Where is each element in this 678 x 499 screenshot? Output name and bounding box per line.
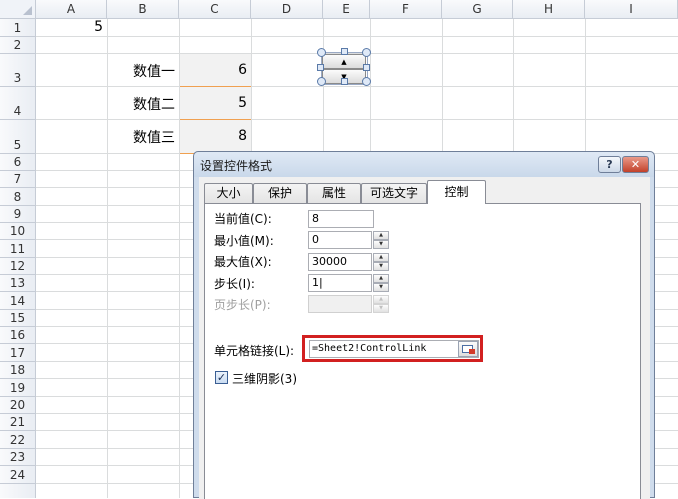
min-value-field[interactable]: 0 (308, 231, 372, 249)
cell-b3[interactable]: 数值一 (108, 61, 179, 81)
row-header-6[interactable]: 6 (0, 154, 36, 171)
range-picker-button[interactable] (458, 341, 478, 357)
row-header-18[interactable]: 18 (0, 362, 36, 379)
spin-down-icon: ▼ (373, 304, 389, 313)
row-header-12[interactable]: 12 (0, 258, 36, 275)
page-step-spinner: ▲ ▼ (373, 295, 389, 313)
3d-shading-checkbox[interactable]: ✓ (215, 371, 228, 384)
cell-a1[interactable]: 5 (36, 19, 107, 36)
control-tab-page: 当前值(C): 8 最小值(M): 0 ▲ ▼ 最大值(X): 30000 ▲ … (204, 203, 641, 499)
column-header-e[interactable]: E (323, 0, 370, 19)
page-step-label: 页步长(P): (214, 298, 271, 312)
row-header-3[interactable]: 3 (0, 54, 36, 87)
close-button[interactable]: ✕ (622, 156, 649, 173)
row-header-7[interactable]: 7 (0, 171, 36, 188)
max-value-label: 最大值(X): (214, 255, 272, 269)
max-value-spinner[interactable]: ▲ ▼ (373, 253, 389, 271)
cell-link-field[interactable]: =Sheet2!ControlLink (309, 340, 479, 358)
resize-handle[interactable] (362, 48, 371, 57)
row-header-14[interactable]: 14 (0, 292, 36, 310)
max-value-field[interactable]: 30000 (308, 253, 372, 271)
cell-c5[interactable]: 8 (180, 128, 251, 144)
row-header-13[interactable]: 13 (0, 275, 36, 292)
format-control-dialog: 设置控件格式 ? ✕ 大小 保护 属性 可选文字 控制 当前值(C): 8 最小… (193, 151, 655, 499)
cell-divider (180, 86, 251, 87)
spin-down-icon[interactable]: ▼ (373, 283, 389, 292)
row-header-20[interactable]: 20 (0, 397, 36, 414)
column-header-h[interactable]: H (513, 0, 585, 19)
column-header-i[interactable]: I (585, 0, 678, 19)
spin-up-icon[interactable]: ▲ (373, 231, 389, 240)
resize-handle[interactable] (363, 64, 370, 71)
dialog-body: 大小 保护 属性 可选文字 控制 当前值(C): 8 最小值(M): 0 ▲ ▼… (199, 177, 650, 499)
resize-handle[interactable] (317, 64, 324, 71)
tab-properties[interactable]: 属性 (307, 183, 361, 203)
current-value-field[interactable]: 8 (308, 210, 374, 228)
row-header-22[interactable]: 22 (0, 431, 36, 449)
dialog-titlebar[interactable]: 设置控件格式 ? ✕ (194, 152, 654, 177)
spin-down-icon[interactable]: ▼ (373, 262, 389, 271)
cell-b5[interactable]: 数值三 (108, 127, 179, 147)
resize-handle[interactable] (362, 77, 371, 86)
row-header-2[interactable]: 2 (0, 37, 36, 54)
row-header-5[interactable]: 5 (0, 120, 36, 154)
min-value-spinner[interactable]: ▲ ▼ (373, 231, 389, 249)
resize-handle[interactable] (317, 77, 326, 86)
cell-c3[interactable]: 6 (180, 62, 251, 78)
column-header-d[interactable]: D (251, 0, 323, 19)
gridline (107, 19, 108, 498)
spin-up-icon: ▲ (373, 295, 389, 304)
row-header-10[interactable]: 10 (0, 223, 36, 240)
row-header-1[interactable]: 1 (0, 19, 36, 37)
select-all-corner[interactable] (0, 0, 36, 19)
help-button[interactable]: ? (598, 156, 621, 173)
cell-b4[interactable]: 数值二 (108, 94, 179, 114)
row-header-19[interactable]: 19 (0, 379, 36, 397)
step-spinner[interactable]: ▲ ▼ (373, 274, 389, 292)
page-step-field (308, 295, 372, 313)
spin-up-icon[interactable]: ▲ (373, 274, 389, 283)
row-header-9[interactable]: 9 (0, 206, 36, 223)
cell-c4[interactable]: 5 (180, 95, 251, 111)
row-header-24[interactable]: 24 (0, 466, 36, 484)
gridline (36, 86, 678, 87)
step-field[interactable]: 1| (308, 274, 372, 292)
spin-down-icon[interactable]: ▼ (373, 240, 389, 249)
step-label: 步长(I): (214, 277, 255, 291)
row-header-8[interactable]: 8 (0, 188, 36, 206)
column-header-a[interactable]: A (36, 0, 107, 19)
spin-up-icon[interactable]: ▲ (373, 253, 389, 262)
column-header-b[interactable]: B (107, 0, 179, 19)
range-picker-arrow (469, 349, 475, 354)
gridline (36, 119, 678, 120)
row-header-4[interactable]: 4 (0, 87, 36, 120)
cell-link-label: 单元格链接(L): (214, 344, 295, 358)
resize-handle[interactable] (341, 78, 348, 85)
cell-divider (180, 119, 251, 120)
tab-size[interactable]: 大小 (204, 183, 253, 203)
column-header-f[interactable]: F (370, 0, 442, 19)
3d-shading-label[interactable]: 三维阴影(3) (232, 370, 297, 387)
row-header-15[interactable]: 15 (0, 310, 36, 327)
spin-up-button[interactable]: ▲ (322, 54, 366, 69)
row-header-25[interactable] (0, 484, 36, 498)
resize-handle[interactable] (341, 48, 348, 55)
row-header-21[interactable]: 21 (0, 414, 36, 431)
tab-control[interactable]: 控制 (427, 180, 486, 204)
column-header-g[interactable]: G (442, 0, 513, 19)
spin-button-control[interactable]: ▲ ▼ (317, 48, 371, 86)
resize-handle[interactable] (317, 48, 326, 57)
min-value-label: 最小值(M): (214, 234, 274, 248)
row-header-16[interactable]: 16 (0, 327, 36, 344)
row-header-17[interactable]: 17 (0, 344, 36, 362)
arrow-up-icon: ▲ (341, 58, 347, 66)
row-header-11[interactable]: 11 (0, 240, 36, 258)
column-header-c[interactable]: C (179, 0, 251, 19)
tab-alt-text[interactable]: 可选文字 (361, 183, 427, 203)
gridline (36, 36, 678, 37)
current-value-label: 当前值(C): (214, 212, 272, 226)
dialog-title: 设置控件格式 (200, 159, 273, 173)
row-header-23[interactable]: 23 (0, 449, 36, 466)
tab-protection[interactable]: 保护 (253, 183, 307, 203)
